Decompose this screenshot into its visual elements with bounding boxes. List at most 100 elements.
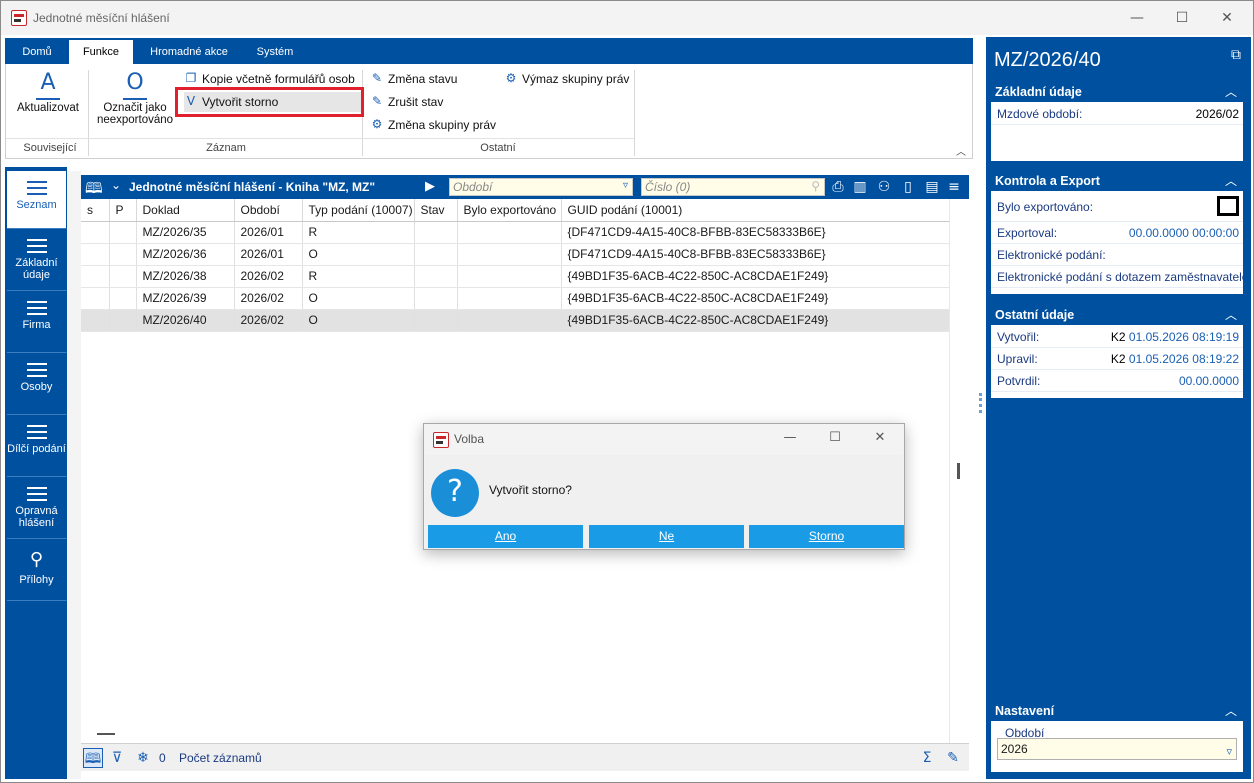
column-header[interactable]: Bylo exportováno <box>457 199 562 222</box>
table-row-selected[interactable]: MZ/2026/40 2026/02 O {49BD1F35-6ACB-4C22… <box>81 309 950 332</box>
popout-icon[interactable]: ⧉ <box>1231 47 1241 63</box>
dialog-minimize-button[interactable]: — <box>780 428 800 448</box>
ne-button[interactable]: Ne <box>589 525 744 548</box>
columns-icon[interactable]: ▯ <box>899 178 917 196</box>
tab-hromadne-akce[interactable]: Hromadné akce <box>139 38 239 64</box>
column-header[interactable]: GUID podání (10001) <box>561 199 950 222</box>
table-row[interactable]: MZ/2026/35 2026/01 R {DF471CD9-4A15-40C8… <box>81 221 950 244</box>
kopie-button[interactable]: ❐ Kopie včetně formulářů osob <box>184 69 355 89</box>
section-header[interactable]: Ostatní údaje ︿ <box>991 304 1243 326</box>
collapse-icon[interactable]: ︿ <box>1225 170 1237 192</box>
nav-item-prilohy[interactable]: ⚲ Přílohy <box>7 539 67 601</box>
zmena-stavu-button[interactable]: ✎ Změna stavu <box>370 69 457 89</box>
records-table: s P Doklad Období Typ podání (10007) Sta… <box>81 199 950 332</box>
storno-button[interactable]: Storno <box>749 525 904 548</box>
horizontal-scroll-thumb[interactable] <box>97 733 115 735</box>
zrusit-stav-button[interactable]: ✎ Zrušit stav <box>370 92 443 112</box>
mark-icon: O <box>123 70 147 100</box>
field-exportoval: Exportoval: 00.00.0000 00:00:00 <box>991 222 1243 244</box>
aktualizovat-button[interactable]: A Aktualizovat <box>10 70 86 114</box>
scroll-thumb[interactable] <box>957 463 960 479</box>
chart-icon[interactable]: ▥ <box>851 178 869 196</box>
dropdown-icon[interactable]: ▿ <box>623 180 628 191</box>
maximize-button[interactable]: ☐ <box>1172 8 1192 28</box>
book-icon[interactable]: 🕮 <box>83 748 103 768</box>
app-window: Jednotné měsíční hlášení — ☐ ✕ Domů Funk… <box>0 0 1254 783</box>
zmena-skupiny-prav-button[interactable]: ⚙ Změna skupiny práv <box>370 115 496 135</box>
nav-item-dilci-podani[interactable]: Dílčí podání <box>7 415 67 477</box>
column-header[interactable]: Typ podání (10007) <box>302 199 415 222</box>
play-icon[interactable]: ▶ <box>425 179 435 194</box>
people-icon[interactable]: ⚇ <box>875 178 893 196</box>
table-row[interactable]: MZ/2026/36 2026/01 O {DF471CD9-4A15-40C8… <box>81 243 950 266</box>
copy-icon: ❐ <box>185 71 197 85</box>
menu-icon[interactable]: ≡ <box>945 178 963 196</box>
section-kontrola-export: Kontrola a Export ︿ Bylo exportováno: Ex… <box>991 170 1243 294</box>
table-row[interactable]: MZ/2026/39 2026/02 O {49BD1F35-6ACB-4C22… <box>81 287 950 310</box>
table-header: s P Doklad Období Typ podání (10007) Sta… <box>81 199 950 222</box>
field-mzdove-obdobi: Mzdové období: 2026/02 <box>991 103 1243 125</box>
tab-domu[interactable]: Domů <box>11 38 63 64</box>
title-bar: Jednotné měsíční hlášení — ☐ ✕ <box>1 1 1253 35</box>
list-icon <box>26 363 47 377</box>
window-title: Jednotné měsíční hlášení <box>33 11 170 25</box>
status-change-icon: ✎ <box>371 71 383 85</box>
sum-icon[interactable]: Σ <box>917 748 937 768</box>
rights-delete-icon: ⚙ <box>505 71 517 85</box>
dropdown-icon[interactable]: ▿ <box>1226 742 1232 762</box>
column-header[interactable]: Období <box>234 199 303 222</box>
section-header[interactable]: Kontrola a Export ︿ <box>991 170 1243 192</box>
edit-icon[interactable]: ✎ <box>943 748 963 768</box>
search-icon[interactable]: ⚲ <box>811 179 820 193</box>
vymaz-skupiny-prav-button[interactable]: ⚙ Výmaz skupiny práv <box>504 69 630 89</box>
column-header[interactable]: Stav <box>414 199 458 222</box>
minimize-button[interactable]: — <box>1127 8 1147 28</box>
list-icon <box>26 487 47 501</box>
tab-funkce[interactable]: Funkce <box>69 40 133 65</box>
dialog-close-button[interactable]: ✕ <box>870 428 890 448</box>
section-zakladni-udaje: Základní údaje ︿ Mzdové období: 2026/02 <box>991 81 1243 161</box>
field-elektronicke-podani: Elektronické podání: <box>991 244 1243 266</box>
collapse-icon[interactable]: ︿ <box>1225 700 1237 722</box>
tab-system[interactable]: Systém <box>249 38 301 64</box>
ribbon-collapse-icon[interactable]: ︿ <box>956 143 966 158</box>
obdobi-filter-input[interactable]: Období ▿ <box>449 178 633 196</box>
oznacit-neexportovano-button[interactable]: O Označit jako neexportováno <box>92 70 178 126</box>
ano-button[interactable]: Ano <box>428 525 583 548</box>
obdobi-select[interactable]: 2026 ▿ <box>997 738 1237 760</box>
collapse-icon[interactable]: ︿ <box>1225 81 1237 103</box>
snowflake-icon[interactable]: ❄ <box>133 748 153 768</box>
nav-item-osoby[interactable]: Osoby <box>7 353 67 415</box>
grid-toolbar: 🕮 ⌄ Jednotné měsíční hlášení - Kniha "MZ… <box>81 175 969 199</box>
filter-icon[interactable]: ⊽ <box>107 748 127 768</box>
list-icon <box>26 301 47 315</box>
question-icon: ? <box>431 469 479 517</box>
column-header[interactable]: Doklad <box>136 199 235 222</box>
dialog-maximize-button[interactable]: ☐ <box>825 428 845 448</box>
field-vytvoril: Vytvořil: K2 01.05.2026 08:19:19 <box>991 326 1243 348</box>
ribbon-group-divider <box>6 138 634 139</box>
list-icon <box>26 239 47 253</box>
paperclip-icon: ⚲ <box>29 549 44 570</box>
export-icon[interactable]: ▤ <box>923 178 941 196</box>
print-icon[interactable]: ⎙ <box>829 178 847 196</box>
nav-item-seznam[interactable]: Seznam <box>7 171 67 229</box>
nav-item-firma[interactable]: Firma <box>7 291 67 353</box>
right-panel: MZ/2026/40 ⧉ Základní údaje ︿ Mzdové obd… <box>986 37 1251 779</box>
column-header[interactable]: s <box>81 199 110 222</box>
section-header[interactable]: Nastavení ︿ <box>991 700 1243 722</box>
section-header[interactable]: Základní údaje ︿ <box>991 81 1243 103</box>
nav-item-opravna-hlaseni[interactable]: Opravná hlášení <box>7 477 67 539</box>
nav-item-zakladni-udaje[interactable]: Základní údaje <box>7 229 67 291</box>
exported-checkbox[interactable] <box>1217 196 1239 216</box>
table-row[interactable]: MZ/2026/38 2026/02 R {49BD1F35-6ACB-4C22… <box>81 265 950 288</box>
cislo-search-input[interactable]: Číslo (0) ⚲ <box>641 178 825 196</box>
ribbon-separator <box>634 70 635 156</box>
chevron-down-icon[interactable]: ⌄ <box>111 178 121 192</box>
confirm-dialog: Volba — ☐ ✕ ? Vytvořit storno? Ano Ne St… <box>423 423 905 550</box>
column-header[interactable]: P <box>109 199 137 222</box>
collapse-icon[interactable]: ︿ <box>1225 304 1237 326</box>
grid-title: Jednotné měsíční hlášení - Kniha "MZ, MZ… <box>129 180 376 194</box>
splitter-grip[interactable] <box>979 393 982 413</box>
close-button[interactable]: ✕ <box>1217 8 1237 28</box>
